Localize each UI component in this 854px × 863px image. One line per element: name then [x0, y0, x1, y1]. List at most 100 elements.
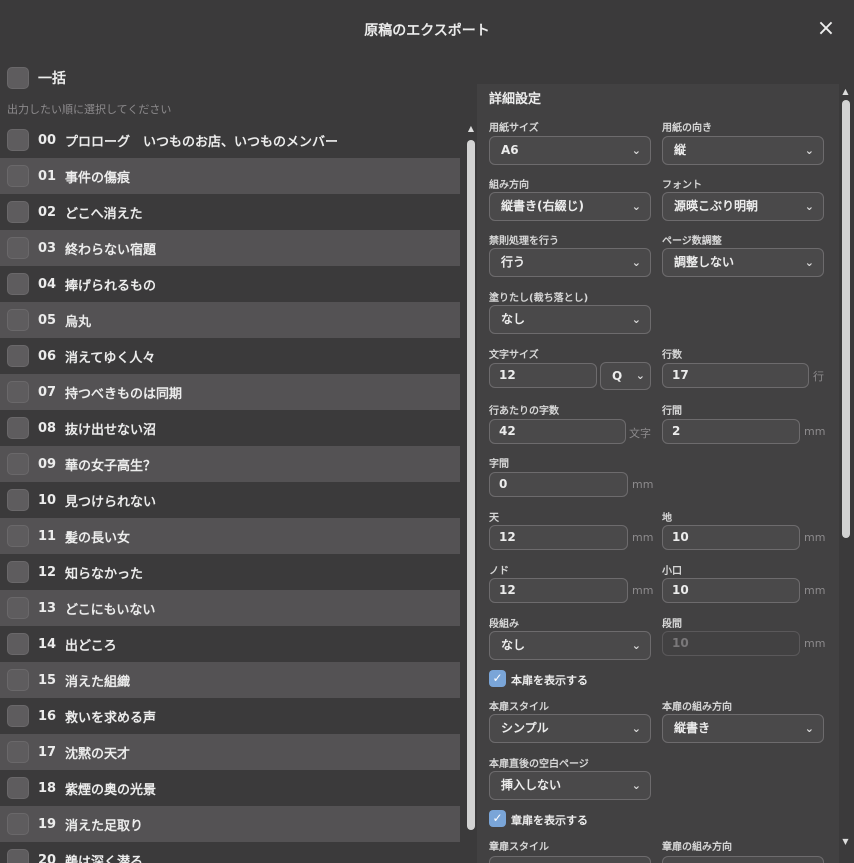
- chapter-row[interactable]: 13 どこにもいない: [0, 590, 460, 626]
- scroll-down-icon[interactable]: ▼: [840, 836, 851, 847]
- column-gap-input[interactable]: 10: [662, 631, 800, 656]
- chapter-number: 14: [38, 636, 57, 652]
- line-spacing-input[interactable]: 2: [662, 419, 800, 444]
- chapter-checkbox[interactable]: [7, 453, 29, 475]
- chapter-list: 00 プロローグ いつものお店、いつものメンバー 01 事件の傷痕 02 どこへ消えた 03…: [0, 122, 460, 863]
- scrollbar-thumb[interactable]: [467, 140, 475, 830]
- chapter-checkbox[interactable]: [7, 561, 29, 583]
- chapter-checkbox[interactable]: [7, 273, 29, 295]
- chapter-row[interactable]: 16 救いを求める声: [0, 698, 460, 734]
- chapter-row[interactable]: 17 沈黙の天才: [0, 734, 460, 770]
- bleed-select[interactable]: なし ⌄: [489, 305, 651, 334]
- show-title-page-label: 本扉を表示する: [511, 674, 588, 687]
- top-margin-input[interactable]: 12: [489, 525, 628, 550]
- dialog-header: 原稿のエクスポート ×: [0, 0, 854, 60]
- selection-hint: 出力したい順に選択してください: [7, 103, 172, 116]
- chapter-title: 消えてゆく人々: [65, 350, 156, 366]
- char-size-input[interactable]: 12: [489, 363, 597, 388]
- title-style-select[interactable]: シンプル ⌄: [489, 714, 651, 743]
- chapter-checkbox[interactable]: [7, 237, 29, 259]
- chapter-row[interactable]: 20 鵜は深く潜る: [0, 842, 460, 863]
- chapter-direction-select[interactable]: [662, 856, 824, 863]
- title-blank-page-select[interactable]: 挿入しない ⌄: [489, 771, 651, 800]
- select-all-checkbox[interactable]: [7, 67, 29, 89]
- chapter-number: 19: [38, 816, 57, 832]
- columns-select[interactable]: なし ⌄: [489, 631, 651, 660]
- bottom-margin-input[interactable]: 10: [662, 525, 800, 550]
- chapter-checkbox[interactable]: [7, 309, 29, 331]
- chapter-row[interactable]: 05 烏丸: [0, 302, 460, 338]
- chapter-list-scrollbar[interactable]: ▲: [466, 124, 476, 863]
- chapter-number: 10: [38, 492, 57, 508]
- fore-edge-input[interactable]: 10: [662, 578, 800, 603]
- chapter-checkbox[interactable]: [7, 165, 29, 187]
- chapter-checkbox[interactable]: [7, 597, 29, 619]
- chapter-title: 烏丸: [65, 314, 92, 330]
- orientation-label: 用紙の向き: [662, 123, 712, 134]
- chars-per-line-input[interactable]: 42: [489, 419, 626, 444]
- chapter-row[interactable]: 14 出どころ: [0, 626, 460, 662]
- chapter-checkbox[interactable]: [7, 525, 29, 547]
- chapter-row[interactable]: 03 終わらない宿題: [0, 230, 460, 266]
- chapter-row[interactable]: 15 消えた組織: [0, 662, 460, 698]
- chapter-row[interactable]: 19 消えた足取り: [0, 806, 460, 842]
- title-direction-select[interactable]: 縦書き ⌄: [662, 714, 824, 743]
- select-all-row[interactable]: 一括: [7, 66, 66, 90]
- chapter-row[interactable]: 10 見つけられない: [0, 482, 460, 518]
- chapter-number: 16: [38, 708, 57, 724]
- lines-input[interactable]: 17: [662, 363, 809, 388]
- chapter-checkbox[interactable]: [7, 345, 29, 367]
- chapter-row[interactable]: 18 紫煙の奥の光景: [0, 770, 460, 806]
- writing-direction-select[interactable]: 縦書き(右綴じ) ⌄: [489, 192, 651, 221]
- writing-direction-value: 縦書き(右綴じ): [501, 199, 584, 213]
- chapter-checkbox[interactable]: [7, 669, 29, 691]
- orientation-select[interactable]: 縦 ⌄: [662, 136, 824, 165]
- chapter-title: 髪の長い女: [65, 530, 131, 546]
- show-title-page-checkbox[interactable]: ✓: [489, 670, 506, 687]
- show-chapter-page-checkbox[interactable]: ✓: [489, 810, 506, 827]
- chapter-checkbox[interactable]: [7, 417, 29, 439]
- char-size-unit-select[interactable]: Q ⌄: [600, 362, 651, 390]
- chapter-checkbox[interactable]: [7, 201, 29, 223]
- chapter-row[interactable]: 12 知らなかった: [0, 554, 460, 590]
- chapter-row[interactable]: 02 どこへ消えた: [0, 194, 460, 230]
- scroll-up-icon[interactable]: ▲: [840, 86, 851, 97]
- chapter-row[interactable]: 00 プロローグ いつものお店、いつものメンバー: [0, 122, 460, 158]
- chapter-row[interactable]: 09 華の女子高生？: [0, 446, 460, 482]
- chapter-checkbox[interactable]: [7, 777, 29, 799]
- gutter-input[interactable]: 12: [489, 578, 628, 603]
- chevron-down-icon: ⌄: [804, 256, 814, 269]
- chapter-row[interactable]: 11 髪の長い女: [0, 518, 460, 554]
- select-all-label: 一括: [38, 71, 66, 87]
- chapter-checkbox[interactable]: [7, 489, 29, 511]
- chapter-row[interactable]: 01 事件の傷痕: [0, 158, 460, 194]
- chevron-down-icon: ⌄: [804, 722, 814, 735]
- chapter-checkbox[interactable]: [7, 813, 29, 835]
- paper-size-select[interactable]: A6 ⌄: [489, 136, 651, 165]
- chapter-row[interactable]: 04 捧げられるもの: [0, 266, 460, 302]
- chapter-row[interactable]: 06 消えてゆく人々: [0, 338, 460, 374]
- scrollbar-thumb[interactable]: [842, 100, 850, 538]
- chapter-style-select[interactable]: [489, 856, 651, 863]
- kinsoku-select[interactable]: 行う ⌄: [489, 248, 651, 277]
- settings-panel: 詳細設定 用紙サイズ A6 ⌄ 用紙の向き 縦 ⌄ 組み方向 縦書き(右綴じ) ⌄ フ…: [477, 84, 839, 863]
- font-select[interactable]: 源暎こぶり明朝 ⌄: [662, 192, 824, 221]
- page-adjust-select[interactable]: 調整しない ⌄: [662, 248, 824, 277]
- title-blank-page-label: 本扉直後の空白ページ: [489, 759, 589, 770]
- chapter-checkbox[interactable]: [7, 381, 29, 403]
- chapter-checkbox[interactable]: [7, 129, 29, 151]
- chevron-down-icon: ⌄: [631, 722, 641, 735]
- chapter-row[interactable]: 07 持つべきものは同期: [0, 374, 460, 410]
- scroll-up-icon[interactable]: ▲: [466, 124, 476, 134]
- chapter-row[interactable]: 08 抜け出せない沼: [0, 410, 460, 446]
- chapter-checkbox[interactable]: [7, 705, 29, 727]
- chapter-checkbox[interactable]: [7, 633, 29, 655]
- close-icon[interactable]: ×: [814, 17, 838, 41]
- char-spacing-input[interactable]: 0: [489, 472, 628, 497]
- chapter-title: 持つべきものは同期: [65, 386, 183, 402]
- chapter-checkbox[interactable]: [7, 849, 29, 863]
- chars-per-line-label: 行あたりの字数: [489, 406, 559, 417]
- settings-scrollbar[interactable]: ▲ ▼: [840, 84, 851, 863]
- chapter-checkbox[interactable]: [7, 741, 29, 763]
- dialog-title: 原稿のエクスポート: [364, 23, 490, 39]
